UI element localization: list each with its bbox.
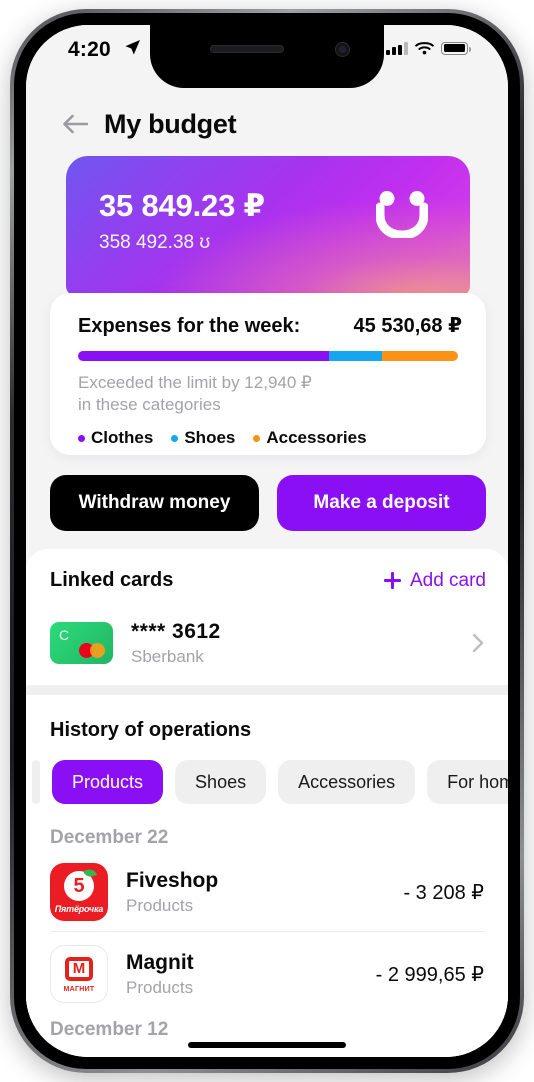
balance-amount: 35 849.23 ₽ bbox=[99, 188, 265, 223]
bank-card-thumbnail: С bbox=[50, 622, 113, 664]
battery-full-icon bbox=[441, 41, 471, 55]
expenses-note-line-2: in these categories bbox=[78, 395, 221, 414]
linked-cards-header: Linked cards Add card bbox=[50, 569, 486, 592]
tab-for-home[interactable]: For home bbox=[427, 760, 508, 804]
add-card-button[interactable]: Add card bbox=[383, 569, 486, 592]
transaction-date-header: December 22 bbox=[50, 827, 169, 848]
cellular-bars-icon bbox=[386, 41, 408, 55]
action-buttons: Withdraw money Make a deposit bbox=[50, 475, 486, 531]
magnit-logo: М МАГНИТ bbox=[50, 945, 108, 1003]
expenses-progress-bar bbox=[78, 351, 458, 361]
earpiece-speaker bbox=[210, 45, 284, 53]
transaction-meta: Fiveshop Products bbox=[126, 869, 218, 916]
expenses-card: Expenses for the week: 45 530,68 ₽ Excee… bbox=[50, 293, 486, 455]
transaction-category: Products bbox=[126, 895, 194, 915]
progress-segment-clothes bbox=[78, 351, 329, 361]
screenshot-stage: My budget 35 849.23 ₽ 358 492.38 ʊ Expen… bbox=[0, 0, 534, 1082]
front-camera bbox=[335, 42, 350, 57]
expenses-header: Expenses for the week: 45 530,68 ₽ bbox=[78, 313, 462, 338]
progress-segment-shoes bbox=[328, 351, 382, 361]
device-notch bbox=[150, 25, 384, 88]
tab-shoes[interactable]: Shoes bbox=[175, 760, 267, 804]
budget-app: My budget 35 849.23 ₽ 358 492.38 ʊ Expen… bbox=[26, 25, 508, 1057]
legend-dot-icon bbox=[171, 434, 179, 442]
make-deposit-button[interactable]: Make a deposit bbox=[277, 475, 486, 531]
home-indicator[interactable] bbox=[188, 1042, 346, 1048]
transaction-merchant: Magnit bbox=[126, 950, 194, 974]
fiveshop-logo: 5 Пятёрочка bbox=[50, 863, 108, 921]
smiley-face-logo bbox=[376, 191, 428, 238]
expenses-legend: Clothes Shoes Accessories bbox=[78, 428, 367, 448]
expenses-note-line-1: Exceeded the limit by 12,940 ₽ bbox=[78, 373, 312, 392]
expenses-note: Exceeded the limit by 12,940 ₽ in these … bbox=[78, 372, 312, 416]
mastercard-icon bbox=[79, 643, 105, 658]
back-arrow-icon[interactable] bbox=[62, 113, 88, 135]
tab-accessories[interactable]: Accessories bbox=[278, 760, 416, 804]
legend-dot-icon bbox=[253, 434, 261, 442]
transaction-amount: - 2 999,65 ₽ bbox=[375, 963, 484, 986]
bonus-amount: 358 492.38 ʊ bbox=[99, 232, 211, 253]
card-bank-name: Sberbank bbox=[131, 646, 204, 666]
linked-card-meta: **** 3612 Sberbank bbox=[131, 620, 221, 667]
phone-screen: My budget 35 849.23 ₽ 358 492.38 ʊ Expen… bbox=[26, 25, 508, 1057]
wifi-icon bbox=[415, 42, 434, 55]
expenses-title: Expenses for the week: bbox=[78, 315, 301, 337]
transaction-row[interactable]: 5 Пятёрочка Fiveshop Products - 3 208 ₽ bbox=[50, 861, 484, 923]
linked-cards-title: Linked cards bbox=[50, 569, 174, 591]
legend-item-clothes: Clothes bbox=[78, 428, 153, 448]
transaction-separator bbox=[50, 931, 484, 932]
expenses-total: 45 530,68 ₽ bbox=[353, 315, 462, 337]
location-arrow-icon bbox=[125, 40, 140, 55]
history-category-tabs[interactable]: ProductsShoesAccessoriesFor home bbox=[26, 759, 508, 805]
transaction-row[interactable]: М МАГНИТ Magnit Products - 2 999,65 ₽ bbox=[50, 943, 484, 1005]
transaction-amount: - 3 208 ₽ bbox=[403, 881, 484, 904]
add-card-label: Add card bbox=[409, 569, 486, 591]
status-indicators bbox=[386, 41, 471, 55]
phone-frame: My budget 35 849.23 ₽ 358 492.38 ʊ Expen… bbox=[10, 9, 524, 1073]
legend-item-accessories: Accessories bbox=[253, 428, 367, 448]
history-title: History of operations bbox=[50, 719, 252, 741]
tab-scroll-partial[interactable] bbox=[32, 760, 40, 804]
history-panel: History of operations Products Shoes Acces… bbox=[26, 695, 508, 1057]
bank-card-letter: С bbox=[59, 627, 70, 643]
withdraw-money-button[interactable]: Withdraw money bbox=[50, 475, 259, 531]
card-number: **** 3612 bbox=[131, 619, 221, 643]
status-time: 4:20 bbox=[68, 38, 111, 61]
navigation-bar: My budget bbox=[26, 97, 508, 151]
transaction-date-header: December 12 bbox=[50, 1019, 169, 1040]
legend-label: Clothes bbox=[91, 428, 154, 447]
balance-card[interactable]: 35 849.23 ₽ 358 492.38 ʊ bbox=[66, 156, 470, 296]
chevron-right-icon[interactable] bbox=[472, 633, 484, 653]
legend-label: Shoes bbox=[184, 428, 236, 447]
linked-card-row[interactable]: С **** 3612 Sberbank bbox=[50, 615, 484, 671]
legend-label: Accessories bbox=[266, 428, 367, 447]
legend-item-shoes: Shoes bbox=[171, 428, 235, 448]
page-title: My budget bbox=[104, 108, 237, 139]
progress-segment-accessories bbox=[381, 351, 458, 361]
legend-dot-icon bbox=[78, 434, 85, 442]
transaction-meta: Magnit Products bbox=[126, 951, 194, 998]
section-divider bbox=[26, 685, 508, 695]
transaction-category: Products bbox=[126, 977, 194, 997]
transaction-merchant: Fiveshop bbox=[126, 868, 219, 892]
linked-cards-panel: Linked cards Add card С **** 3612 Sberba… bbox=[26, 549, 508, 666]
plus-icon bbox=[383, 572, 401, 589]
phone-bezel: My budget 35 849.23 ₽ 358 492.38 ʊ Expen… bbox=[14, 13, 520, 1069]
tab-products[interactable]: Products bbox=[52, 760, 164, 804]
